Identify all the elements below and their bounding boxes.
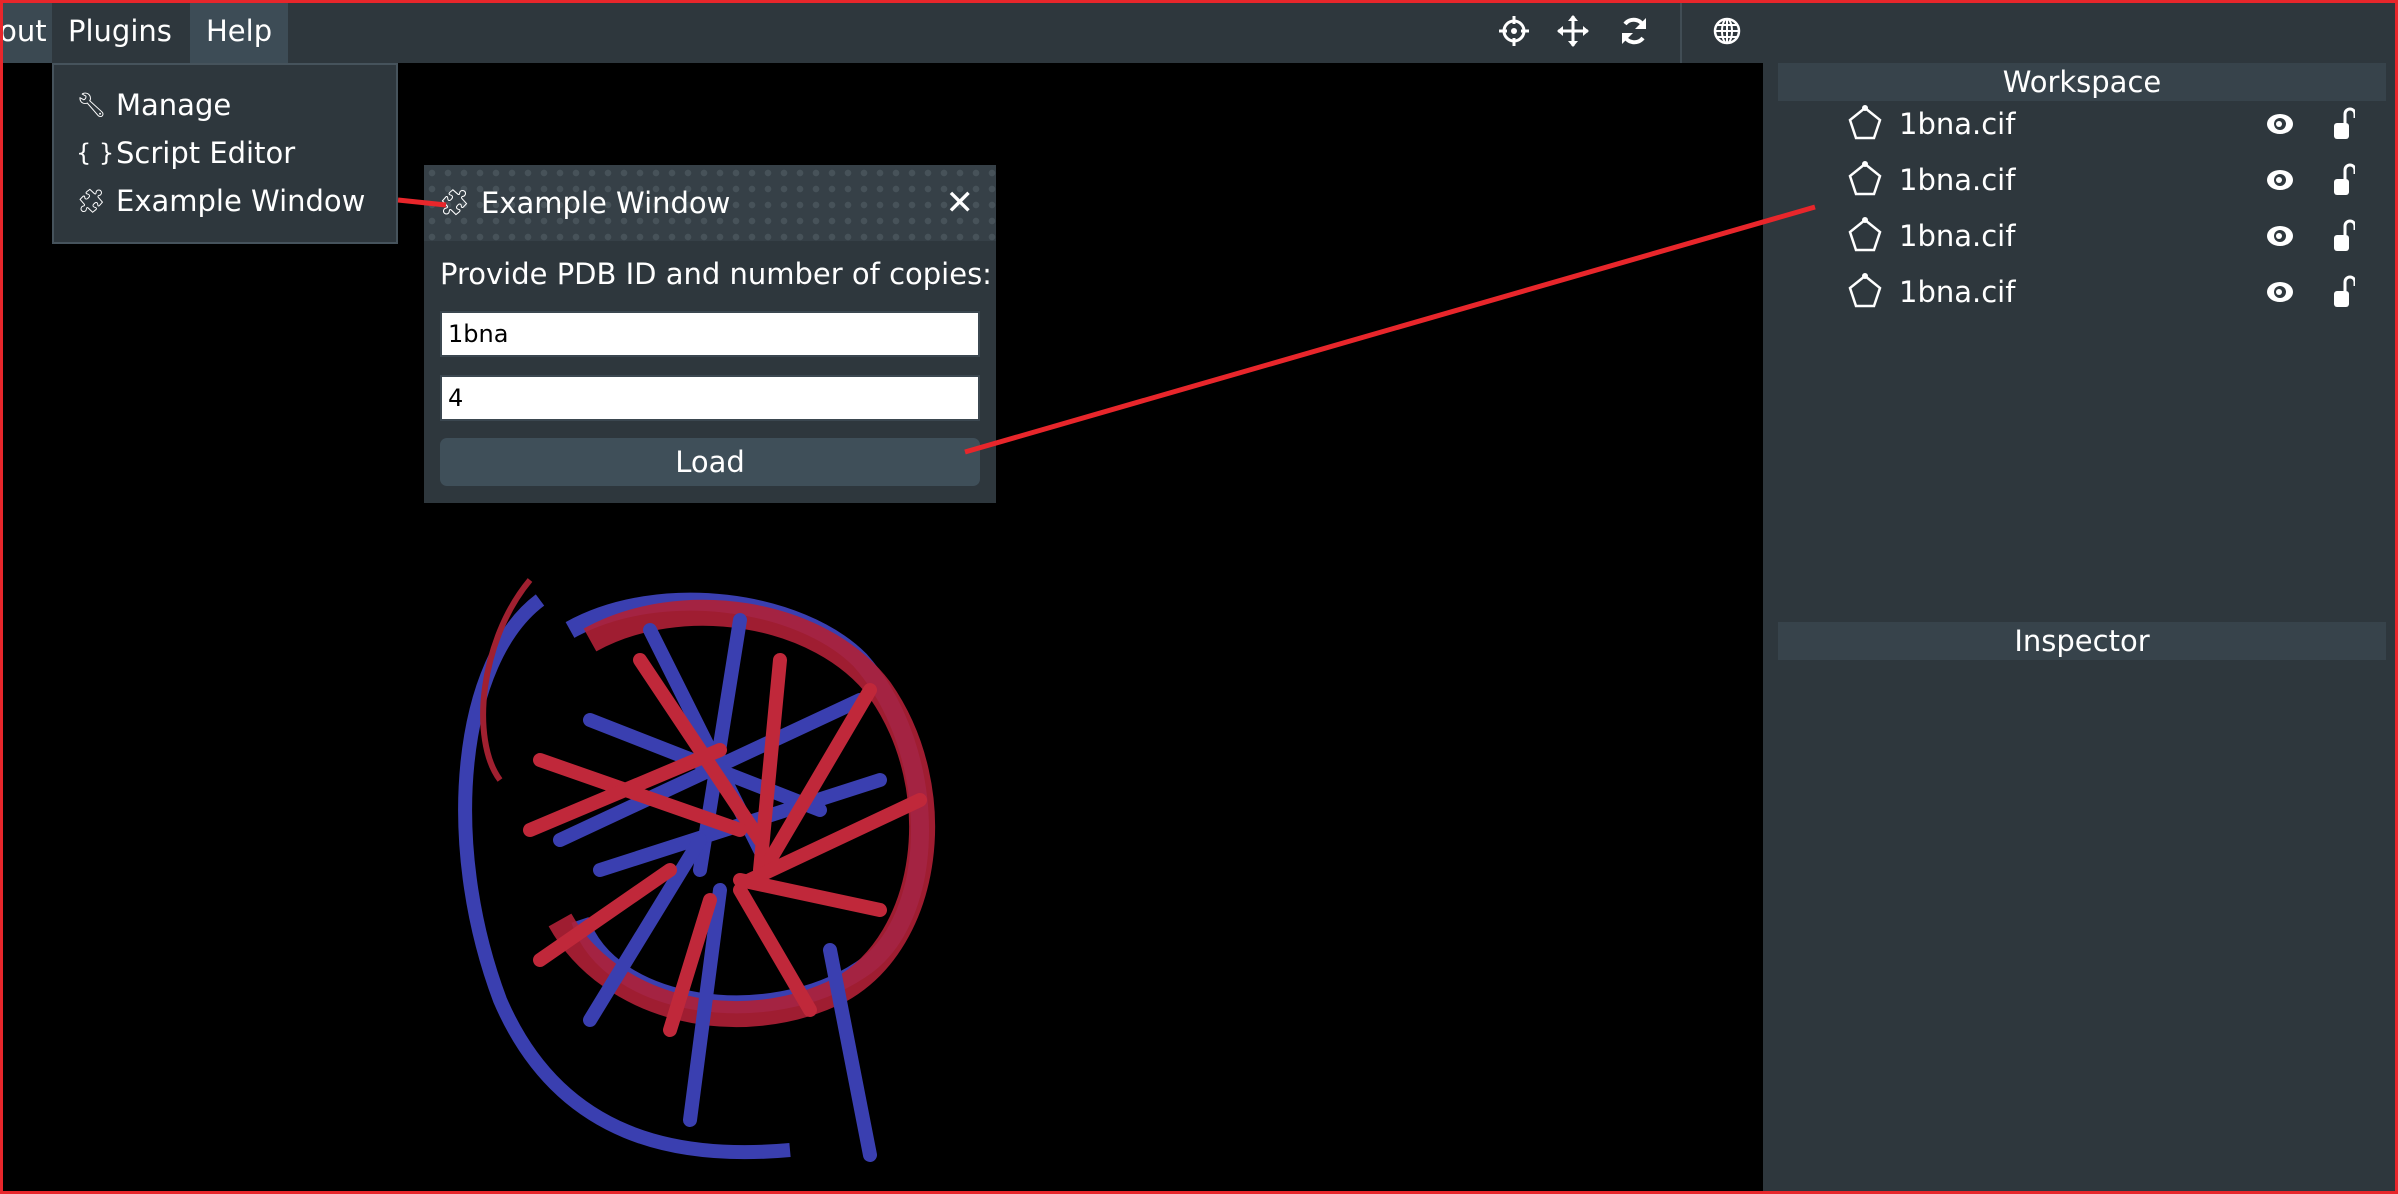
eye-icon[interactable] (2265, 112, 2295, 136)
workspace-item[interactable]: 1bna.cif (1845, 267, 2365, 317)
unlock-icon[interactable] (2333, 163, 2355, 197)
menu-item-label: Example Window (116, 184, 366, 218)
copies-input[interactable] (440, 375, 980, 421)
eye-icon[interactable] (2265, 224, 2295, 248)
load-button[interactable]: Load (440, 438, 980, 486)
workspace-item-name: 1bna.cif (1899, 163, 2016, 197)
menu-item-label: Manage (116, 88, 232, 122)
crosshair-icon[interactable] (1497, 14, 1531, 48)
workspace-item[interactable]: 1bna.cif (1845, 99, 2365, 149)
puzzle-icon: 🧩︎ (438, 188, 472, 218)
plugins-dropdown: 🔧︎ Manage { } Script Editor 🧩︎ Example Wind… (52, 63, 398, 244)
prompt-label: Provide PDB ID and number of copies: (440, 257, 992, 291)
globe-icon[interactable] (1710, 14, 1744, 48)
braces-icon: { } (76, 139, 115, 167)
unlock-icon[interactable] (2333, 107, 2355, 141)
annotation-line (964, 204, 1816, 455)
menu-plugins[interactable]: Plugins (52, 0, 190, 63)
menubar: Layout Plugins Help (0, 0, 2398, 63)
menu-item-manage[interactable]: 🔧︎ Manage (76, 83, 231, 127)
example-window: 🧩︎ Example Window ✕ Provide PDB ID and n… (424, 165, 996, 503)
window-titlebar[interactable]: 🧩︎ Example Window ✕ (424, 165, 996, 241)
workspace-item-name: 1bna.cif (1899, 107, 2016, 141)
workspace-header: Workspace (1778, 63, 2386, 101)
molecule-viewport[interactable] (440, 540, 980, 1180)
molecule-icon (1848, 217, 1882, 252)
unlock-icon[interactable] (2333, 275, 2355, 309)
menu-help[interactable]: Help (190, 0, 288, 63)
workspace-item-name: 1bna.cif (1899, 219, 2016, 253)
workspace-item[interactable]: 1bna.cif (1845, 211, 2365, 261)
wrench-icon: 🔧︎ (76, 91, 107, 119)
workspace-item-name: 1bna.cif (1899, 275, 2016, 309)
molecule-icon (1848, 105, 1882, 140)
inspector-header: Inspector (1778, 622, 2386, 660)
menu-item-example-window[interactable]: 🧩︎ Example Window (76, 179, 365, 223)
menu-layout[interactable]: Layout (0, 0, 52, 63)
unlock-icon[interactable] (2333, 219, 2355, 253)
refresh-icon[interactable] (1617, 14, 1651, 48)
window-title: Example Window (481, 186, 731, 220)
menu-item-script-editor[interactable]: { } Script Editor (76, 131, 295, 175)
eye-icon[interactable] (2265, 280, 2295, 304)
workspace-item[interactable]: 1bna.cif (1845, 155, 2365, 205)
eye-icon[interactable] (2265, 168, 2295, 192)
molecule-icon (1848, 273, 1882, 308)
puzzle-icon: 🧩︎ (76, 187, 107, 215)
toolbar-divider (1680, 0, 1682, 63)
move-icon[interactable] (1556, 14, 1590, 48)
molecule-icon (1848, 161, 1882, 196)
pdb-id-input[interactable] (440, 311, 980, 357)
right-panel: Workspace 1bna.cif 1bna.cif 1bna.cif 1bn… (1763, 63, 2398, 1194)
menu-item-label: Script Editor (116, 136, 296, 170)
close-icon[interactable]: ✕ (946, 183, 975, 223)
